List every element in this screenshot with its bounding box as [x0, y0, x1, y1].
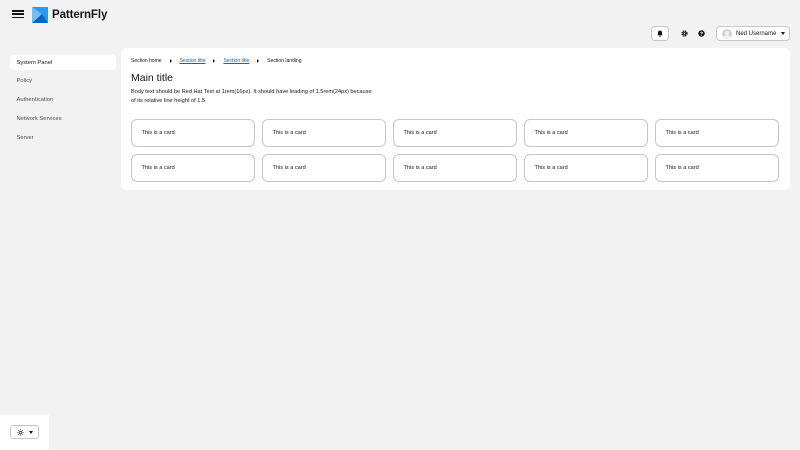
user-menu-toggle[interactable]: Ned Username	[716, 26, 790, 41]
breadcrumb-link[interactable]: Section title	[223, 58, 249, 64]
card[interactable]: This is a card	[655, 154, 779, 182]
card[interactable]: This is a card	[393, 154, 517, 182]
sidebar-item-server[interactable]: Server	[10, 130, 116, 145]
body-text: Body text should be Red Hat Text at 1rem…	[131, 88, 387, 106]
page-title: Main title	[131, 72, 174, 84]
breadcrumb-link[interactable]: Section title	[180, 58, 206, 64]
question-circle-icon	[697, 30, 705, 37]
card[interactable]: This is a card	[262, 119, 386, 147]
sidebar-item-policy[interactable]: Policy	[10, 74, 116, 89]
sidebar-item-authentication[interactable]: Authentication	[10, 93, 116, 108]
theme-switcher-button[interactable]	[10, 425, 39, 439]
hamburger-menu-icon[interactable]	[12, 8, 24, 20]
main-content: Section home Section title Section title…	[121, 48, 790, 190]
bell-icon	[657, 30, 663, 37]
body-text-line: Body text should be Red Hat Text at 1rem…	[131, 89, 372, 95]
breadcrumb: Section home Section title Section title…	[131, 58, 302, 64]
sidebar-item-system-panel[interactable]: System Panel	[10, 55, 116, 70]
sun-icon	[17, 428, 24, 436]
card-grid: This is a card This is a card This is a …	[131, 119, 780, 182]
sidebar-nav: System Panel Policy Authentication Netwo…	[10, 55, 116, 149]
card[interactable]: This is a card	[131, 119, 255, 147]
masthead: PatternFly	[0, 0, 800, 30]
caret-down-icon	[29, 430, 33, 434]
theme-panel	[0, 415, 49, 450]
help-button[interactable]	[694, 27, 708, 40]
sidebar-item-network-services[interactable]: Network Services	[10, 111, 116, 126]
brand[interactable]: PatternFly	[32, 6, 107, 23]
body-text-line: of its relative line height of 1.5.	[131, 98, 207, 104]
card[interactable]: This is a card	[524, 154, 648, 182]
card[interactable]: This is a card	[393, 119, 517, 147]
angle-right-icon	[169, 59, 172, 63]
card[interactable]: This is a card	[524, 119, 648, 147]
settings-button[interactable]	[677, 27, 691, 40]
patternfly-logo-icon	[32, 6, 48, 23]
brand-name: PatternFly	[52, 8, 108, 21]
user-name: Ned Username	[736, 30, 777, 37]
notifications-button[interactable]	[651, 26, 669, 41]
caret-down-icon	[781, 32, 786, 35]
avatar	[722, 28, 732, 39]
card[interactable]: This is a card	[262, 154, 386, 182]
card[interactable]: This is a card	[131, 154, 255, 182]
breadcrumb-item-home[interactable]: Section home	[131, 58, 162, 64]
card[interactable]: This is a card	[655, 119, 779, 147]
angle-right-icon	[213, 59, 216, 63]
gear-icon	[680, 30, 688, 37]
breadcrumb-current: Section landing	[267, 58, 302, 64]
angle-right-icon	[257, 59, 260, 63]
